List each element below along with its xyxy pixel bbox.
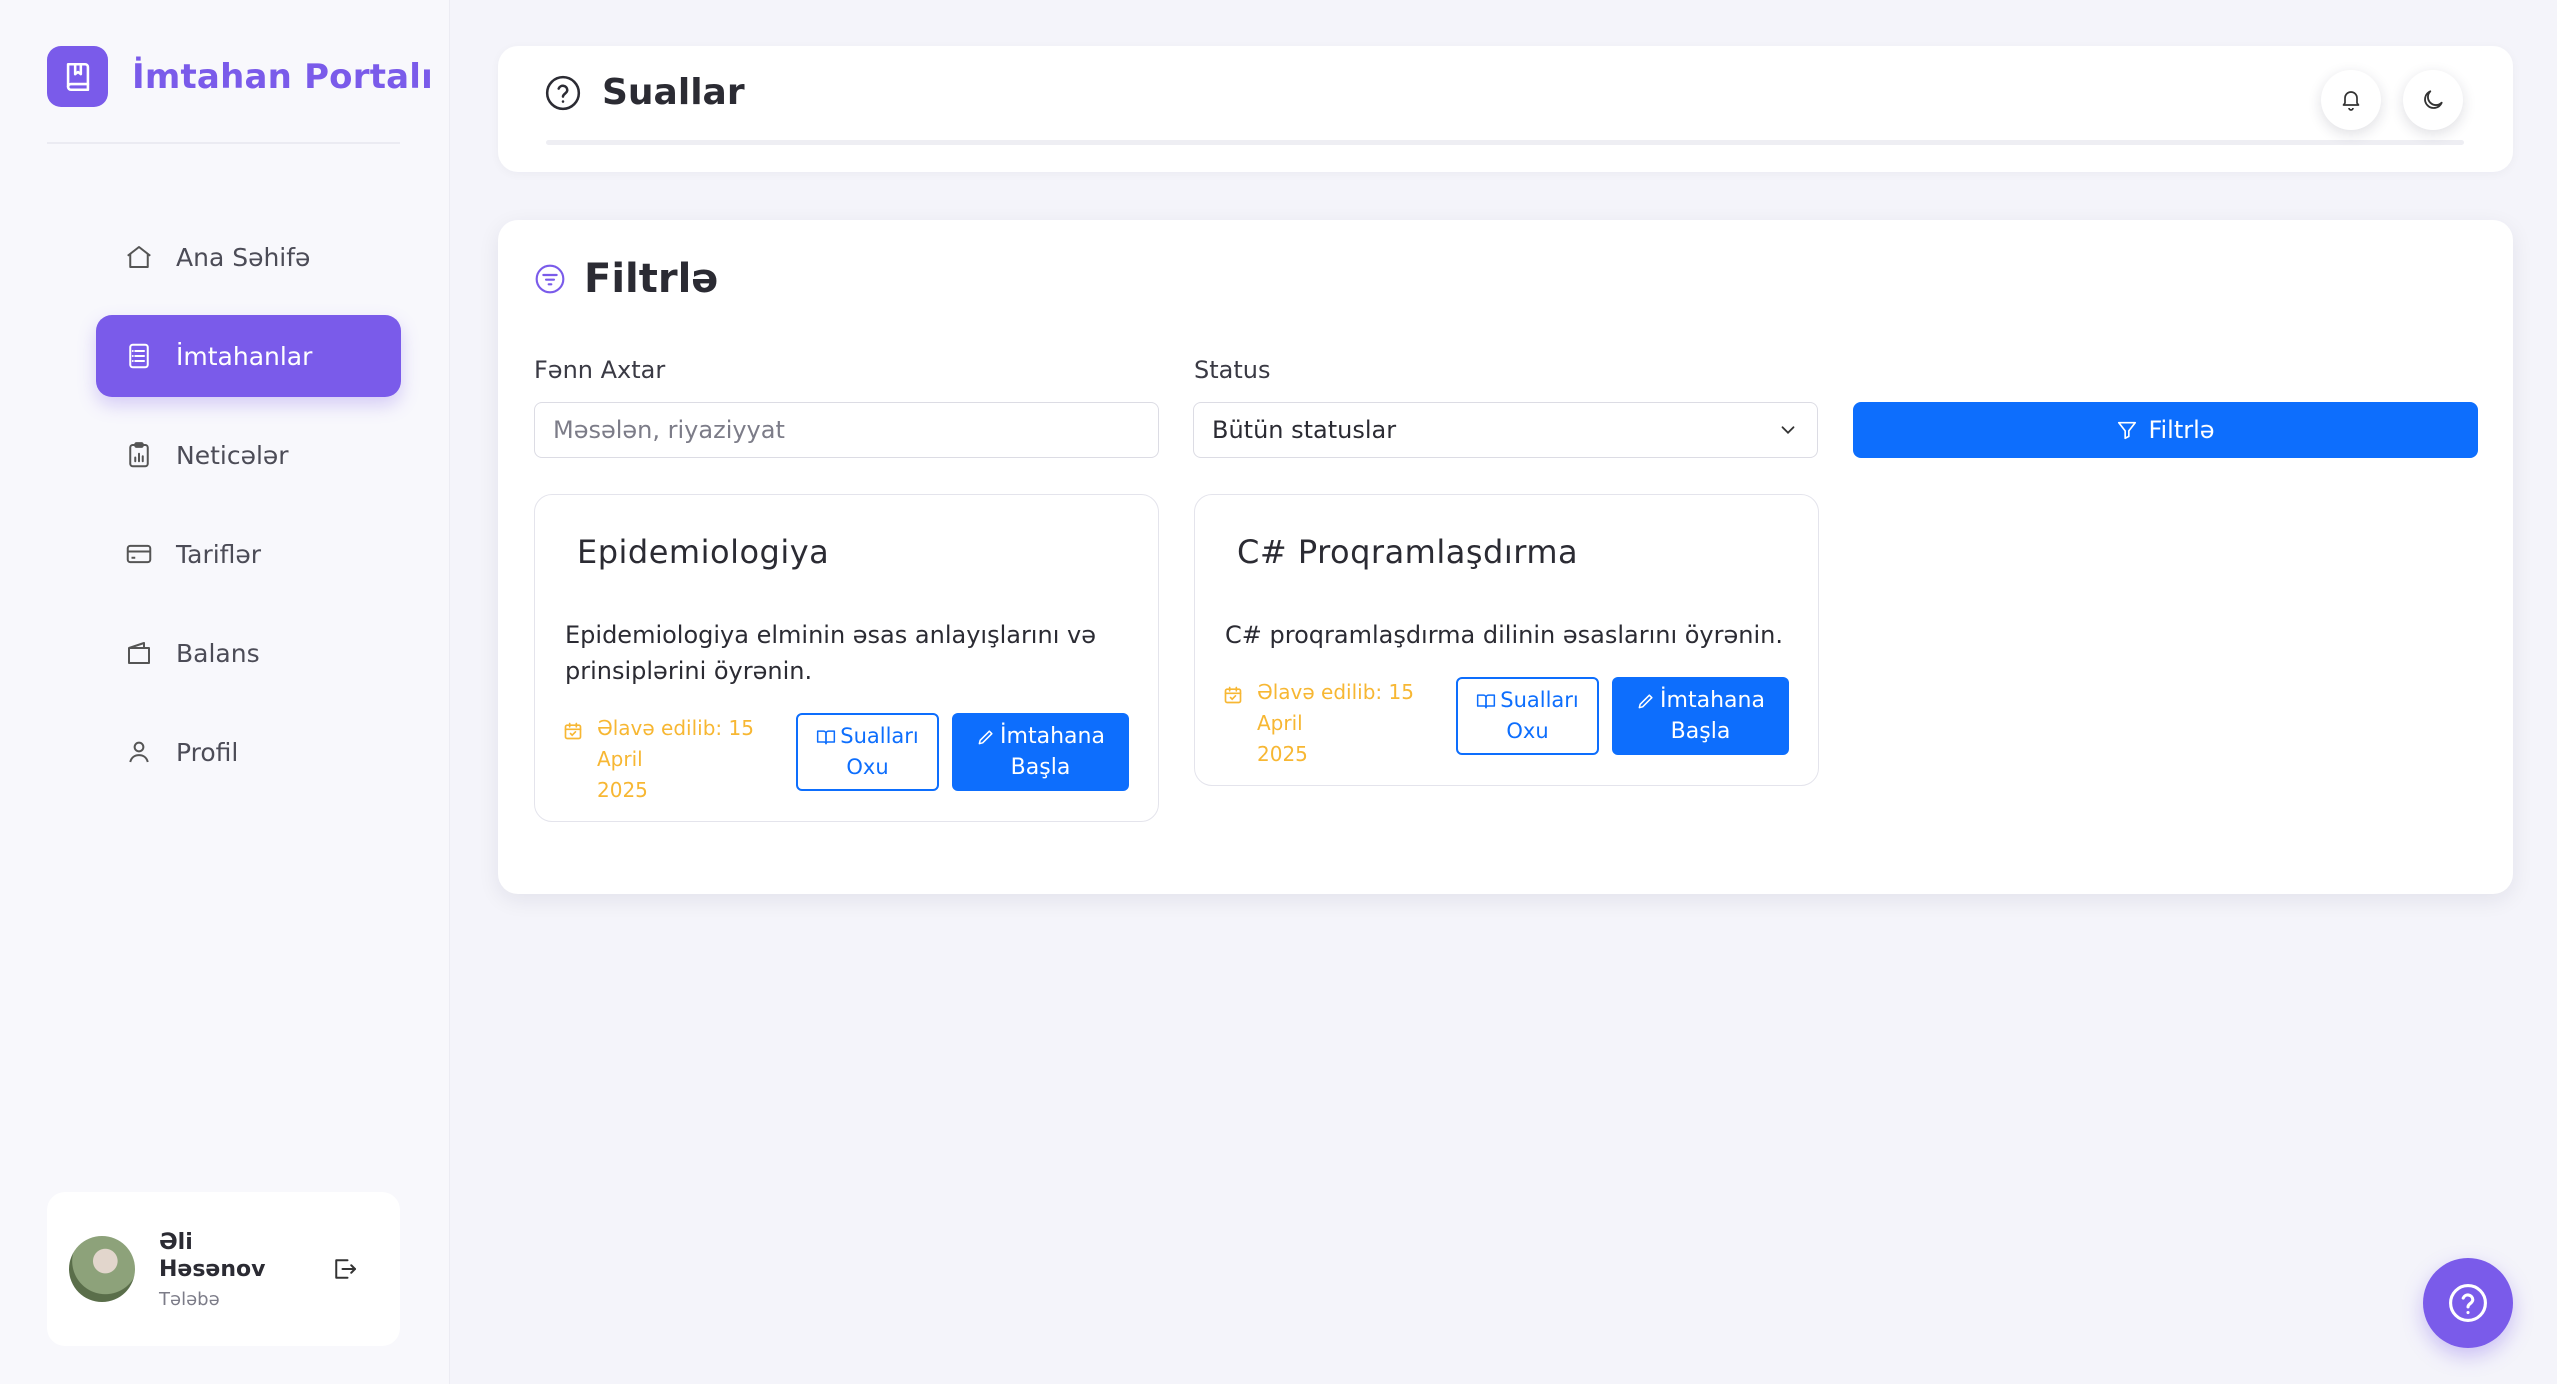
user-info: Əli Həsənov Tələbə	[159, 1229, 289, 1310]
help-button[interactable]	[2423, 1258, 2513, 1348]
brand[interactable]: İmtahan Portalı	[47, 46, 433, 107]
user-first-name: Əli	[159, 1229, 193, 1255]
logout-icon[interactable]	[330, 1254, 360, 1284]
open-book-icon	[1477, 693, 1496, 708]
read-questions-button[interactable]: Sualları Oxu	[796, 713, 939, 791]
search-input[interactable]	[534, 402, 1159, 458]
sidebar-item-label: Neticələr	[176, 440, 289, 470]
sidebar-item-label: İmtahanlar	[176, 341, 313, 371]
exam-card: C# Proqramlaşdırma C# proqramlaşdırma di…	[1194, 494, 1819, 786]
exam-card: Epidemiologiya Epidemiologiya elminin əs…	[534, 494, 1159, 822]
exam-book-icon	[47, 46, 108, 107]
calendar-check-icon	[1224, 686, 1242, 704]
filter-title: Filtrlə	[584, 256, 719, 302]
filter-circle-icon	[535, 264, 565, 294]
filter-section: Filtrlə Fənn Axtar Status Bütün statusla…	[498, 220, 2513, 894]
sidebar: İmtahan Portalı Ana Səhifə İmtahanlar Ne…	[0, 0, 450, 1384]
calendar-check-icon	[564, 722, 582, 740]
pencil-icon	[978, 729, 993, 744]
chevron-down-icon	[1781, 426, 1795, 435]
sidebar-item-label: Tariflər	[176, 539, 262, 569]
search-label: Fənn Axtar	[534, 356, 666, 384]
filter-button[interactable]: Filtrlə	[1853, 402, 2478, 458]
sidebar-item-exams[interactable]: İmtahanlar	[96, 315, 401, 397]
open-book-icon	[817, 729, 836, 744]
brand-divider	[47, 142, 400, 144]
sidebar-item-label: Balans	[176, 638, 260, 668]
filter-title-group: Filtrlə	[534, 256, 718, 302]
question-circle-icon	[2449, 1284, 2487, 1322]
status-select[interactable]: Bütün statuslar	[1193, 402, 1818, 458]
funnel-icon	[2118, 421, 2137, 440]
exam-title: Epidemiologiya	[577, 533, 830, 571]
exam-title: C# Proqramlaşdırma	[1237, 533, 1579, 571]
sidebar-item-results[interactable]: Neticələr	[96, 414, 401, 496]
sidebar-item-home[interactable]: Ana Səhifə	[96, 216, 401, 298]
bell-icon	[2342, 91, 2360, 111]
exam-date: Əlavə edilib: 15 April 2025	[1257, 680, 1414, 766]
home-icon	[127, 246, 151, 268]
pencil-icon	[1638, 693, 1653, 708]
page-header: Suallar	[498, 46, 2513, 172]
user-card: Əli Həsənov Tələbə	[47, 1192, 400, 1346]
start-exam-button[interactable]: İmtahana Başla	[952, 713, 1129, 791]
page-title: Suallar	[602, 72, 745, 113]
exam-list-icon	[129, 343, 149, 369]
exam-date-meta: Əlavə edilib: 15 April 2025	[1223, 677, 1453, 770]
notifications-button[interactable]	[2321, 70, 2381, 130]
sidebar-item-profile[interactable]: Profil	[96, 711, 401, 793]
status-label: Status	[1194, 356, 1271, 384]
sidebar-item-tariffs[interactable]: Tariflər	[96, 513, 401, 595]
status-selected-value: Bütün statuslar	[1212, 416, 1397, 444]
sidebar-item-label: Ana Səhifə	[176, 242, 311, 272]
user-icon	[129, 741, 149, 763]
header-progress-line	[546, 140, 2464, 145]
exam-date: Əlavə edilib: 15 April 2025	[597, 716, 754, 802]
avatar[interactable]	[69, 1236, 135, 1302]
read-questions-button[interactable]: Sualları Oxu	[1456, 677, 1599, 755]
sidebar-item-label: Profil	[176, 737, 239, 767]
exam-description: C# proqramlaşdırma dilinin əsaslarını öy…	[1225, 621, 1783, 649]
moon-icon	[2424, 90, 2443, 109]
sidebar-nav: Ana Səhifə İmtahanlar Neticələr Tariflər…	[96, 216, 401, 810]
filter-button-label: Filtrlə	[2148, 416, 2215, 444]
theme-toggle-button[interactable]	[2403, 70, 2463, 130]
brand-title: İmtahan Portalı	[132, 56, 434, 97]
user-last-name: Həsənov	[159, 1256, 266, 1282]
sidebar-item-balance[interactable]: Balans	[96, 612, 401, 694]
credit-card-icon	[126, 544, 152, 564]
exam-date-meta: Əlavə edilib: 15 April 2025	[563, 713, 793, 806]
clipboard-chart-icon	[129, 442, 149, 468]
user-role: Tələbə	[159, 1288, 220, 1310]
start-exam-button[interactable]: İmtahana Başla	[1612, 677, 1789, 755]
question-circle-icon	[545, 75, 581, 110]
page-title-group: Suallar	[544, 72, 745, 113]
exam-description: Epidemiologiya elminin əsas anlayışların…	[565, 621, 1096, 685]
wallet-icon	[128, 642, 150, 664]
